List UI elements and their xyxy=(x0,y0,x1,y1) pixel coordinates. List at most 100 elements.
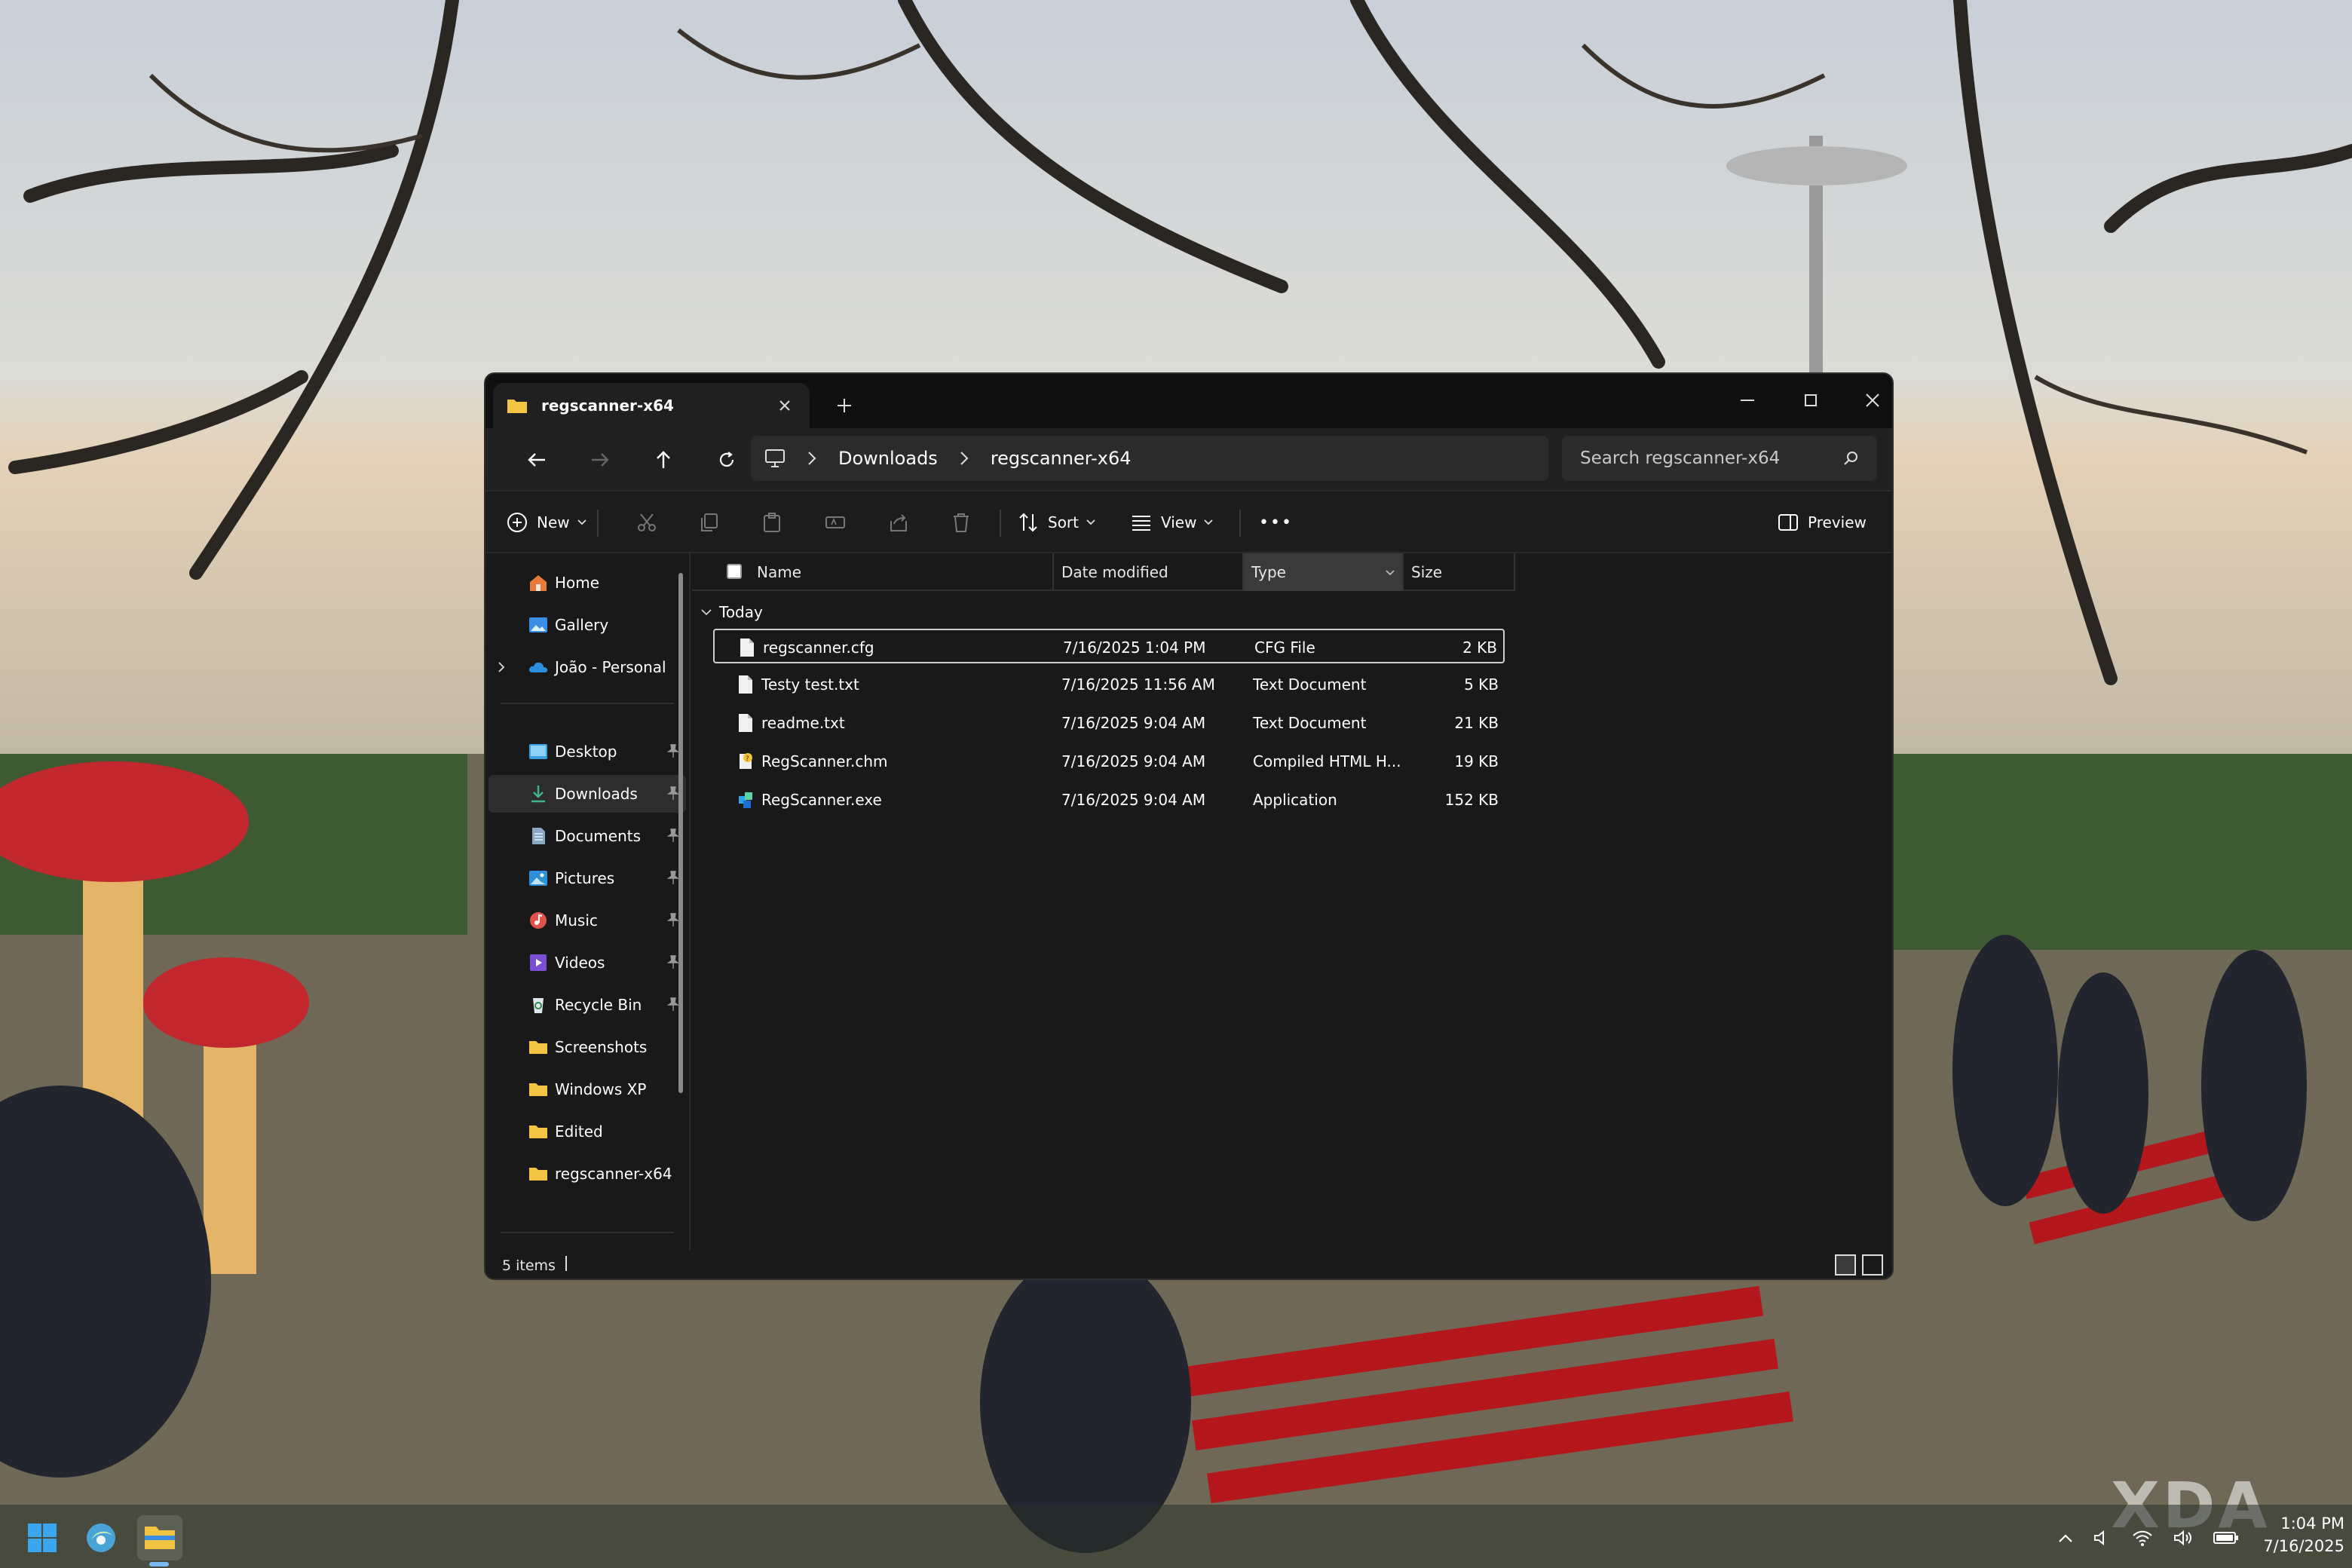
app-icon xyxy=(737,790,754,810)
preview-button[interactable]: Preview xyxy=(1778,505,1867,540)
documents-icon xyxy=(528,826,549,846)
clock[interactable]: 1:04 PM 7/16/2025 xyxy=(2239,1512,2344,1557)
tiles-view-button[interactable] xyxy=(1862,1254,1883,1276)
chevron-right-icon[interactable] xyxy=(807,451,817,466)
file-row[interactable]: ? RegScanner.chm 7/16/2025 9:04 AM Compi… xyxy=(713,744,1505,779)
copy-button[interactable] xyxy=(698,505,719,540)
view-button[interactable]: View xyxy=(1131,505,1213,540)
copy-icon xyxy=(698,512,719,533)
folder-icon xyxy=(507,397,528,414)
folder-icon xyxy=(143,1524,176,1552)
nav-item-regscanner[interactable]: regscanner-x64 xyxy=(488,1155,686,1193)
file-type: Compiled HTML H... xyxy=(1253,744,1401,779)
new-button[interactable]: New xyxy=(507,505,586,540)
nav-item-windows-xp[interactable]: Windows XP xyxy=(488,1070,686,1108)
file-row[interactable]: regscanner.cfg 7/16/2025 1:04 PM CFG Fil… xyxy=(713,629,1505,663)
nav-divider xyxy=(501,1232,674,1233)
chevron-down-icon[interactable] xyxy=(1386,570,1395,576)
help-file-icon: ? xyxy=(737,752,754,771)
select-all-checkbox[interactable] xyxy=(727,564,742,579)
forward-button[interactable] xyxy=(582,442,618,478)
add-circle-icon xyxy=(507,512,528,533)
folder-icon xyxy=(528,1080,549,1099)
volume-icon[interactable] xyxy=(2173,1529,2194,1547)
home-icon xyxy=(528,573,549,593)
nav-item-edited[interactable]: Edited xyxy=(488,1113,686,1150)
group-header-today[interactable]: Today xyxy=(701,600,763,624)
breadcrumb-current-folder[interactable]: regscanner-x64 xyxy=(991,448,1132,469)
nav-item-documents[interactable]: Documents xyxy=(488,817,686,855)
paste-button[interactable] xyxy=(761,505,782,540)
folder-icon xyxy=(528,1122,549,1141)
cut-button[interactable] xyxy=(636,505,657,540)
start-button[interactable] xyxy=(20,1515,65,1560)
column-separator[interactable] xyxy=(1514,553,1515,591)
nav-item-videos[interactable]: Videos xyxy=(488,944,686,982)
file-date: 7/16/2025 9:04 AM xyxy=(1061,782,1205,817)
cut-icon xyxy=(636,512,657,533)
rename-button[interactable] xyxy=(825,505,846,540)
this-pc-icon[interactable] xyxy=(764,449,786,468)
back-button[interactable] xyxy=(519,442,555,478)
search-input[interactable]: Search regscanner-x64 xyxy=(1562,436,1877,481)
taskbar-browser-button[interactable] xyxy=(78,1515,124,1560)
videos-icon xyxy=(528,953,549,972)
column-type[interactable]: Type xyxy=(1244,553,1402,591)
file-size: 21 KB xyxy=(1454,706,1499,740)
wifi-icon[interactable] xyxy=(2132,1529,2153,1547)
nav-item-recycle-bin[interactable]: Recycle Bin xyxy=(488,986,686,1024)
taskbar: 1:04 PM 7/16/2025 xyxy=(0,1505,2352,1568)
refresh-button[interactable] xyxy=(709,442,745,478)
column-name[interactable]: Name xyxy=(749,553,1051,591)
file-name: Testy test.txt xyxy=(761,667,859,702)
details-view-button[interactable] xyxy=(1835,1254,1856,1276)
sort-button[interactable]: Sort xyxy=(1018,505,1095,540)
file-row[interactable]: readme.txt 7/16/2025 9:04 AM Text Docume… xyxy=(713,706,1505,740)
file-icon xyxy=(737,675,754,694)
more-options-button[interactable]: ••• xyxy=(1259,505,1293,540)
taskbar-explorer-button[interactable] xyxy=(137,1515,182,1560)
file-row[interactable]: Testy test.txt 7/16/2025 11:56 AM Text D… xyxy=(713,667,1505,702)
file-type: Application xyxy=(1253,782,1337,817)
nav-item-onedrive[interactable]: João - Personal xyxy=(488,648,686,686)
delete-button[interactable] xyxy=(951,505,971,540)
clock-time: 1:04 PM xyxy=(2239,1512,2344,1535)
new-tab-button[interactable] xyxy=(829,390,859,421)
breadcrumb-downloads[interactable]: Downloads xyxy=(838,448,938,469)
file-row[interactable]: RegScanner.exe 7/16/2025 9:04 AM Applica… xyxy=(713,782,1505,817)
tab-regscanner[interactable]: regscanner-x64 xyxy=(493,383,810,428)
maximize-button[interactable] xyxy=(1781,381,1841,419)
close-button[interactable] xyxy=(1842,381,1894,419)
nav-item-gallery[interactable]: Gallery xyxy=(488,606,686,644)
nav-item-screenshots[interactable]: Screenshots xyxy=(488,1028,686,1066)
share-button[interactable] xyxy=(888,505,909,540)
tab-close-icon[interactable] xyxy=(773,394,796,417)
nav-item-music[interactable]: Music xyxy=(488,902,686,939)
column-size[interactable]: Size xyxy=(1404,553,1514,591)
breadcrumb[interactable]: Downloads regscanner-x64 xyxy=(751,436,1548,481)
up-button[interactable] xyxy=(645,442,681,478)
file-date: 7/16/2025 9:04 AM xyxy=(1061,744,1205,779)
nav-item-pictures[interactable]: Pictures xyxy=(488,859,686,897)
volume-muted-icon[interactable] xyxy=(2093,1529,2112,1547)
chevron-right-icon[interactable] xyxy=(498,662,505,672)
nav-item-downloads[interactable]: Downloads xyxy=(488,775,686,813)
desktop-icon xyxy=(528,742,549,761)
command-separator xyxy=(1000,510,1001,537)
chevron-down-icon xyxy=(577,519,586,525)
nav-scrollbar[interactable] xyxy=(678,573,683,1093)
chevron-right-icon[interactable] xyxy=(959,451,969,466)
windows-logo-icon xyxy=(27,1523,57,1553)
system-tray xyxy=(2058,1523,2239,1553)
file-name: RegScanner.chm xyxy=(761,744,888,779)
download-icon xyxy=(528,784,549,804)
column-date-modified[interactable]: Date modified xyxy=(1054,553,1242,591)
search-placeholder: Search regscanner-x64 xyxy=(1580,449,1842,468)
nav-item-desktop[interactable]: Desktop xyxy=(488,733,686,770)
battery-icon[interactable] xyxy=(2213,1530,2239,1545)
minimize-button[interactable] xyxy=(1717,381,1778,419)
nav-item-home[interactable]: Home xyxy=(488,564,686,602)
chevron-down-icon[interactable] xyxy=(701,608,712,616)
file-date: 7/16/2025 1:04 PM xyxy=(1063,630,1206,665)
chevron-up-icon[interactable] xyxy=(2058,1533,2073,1543)
